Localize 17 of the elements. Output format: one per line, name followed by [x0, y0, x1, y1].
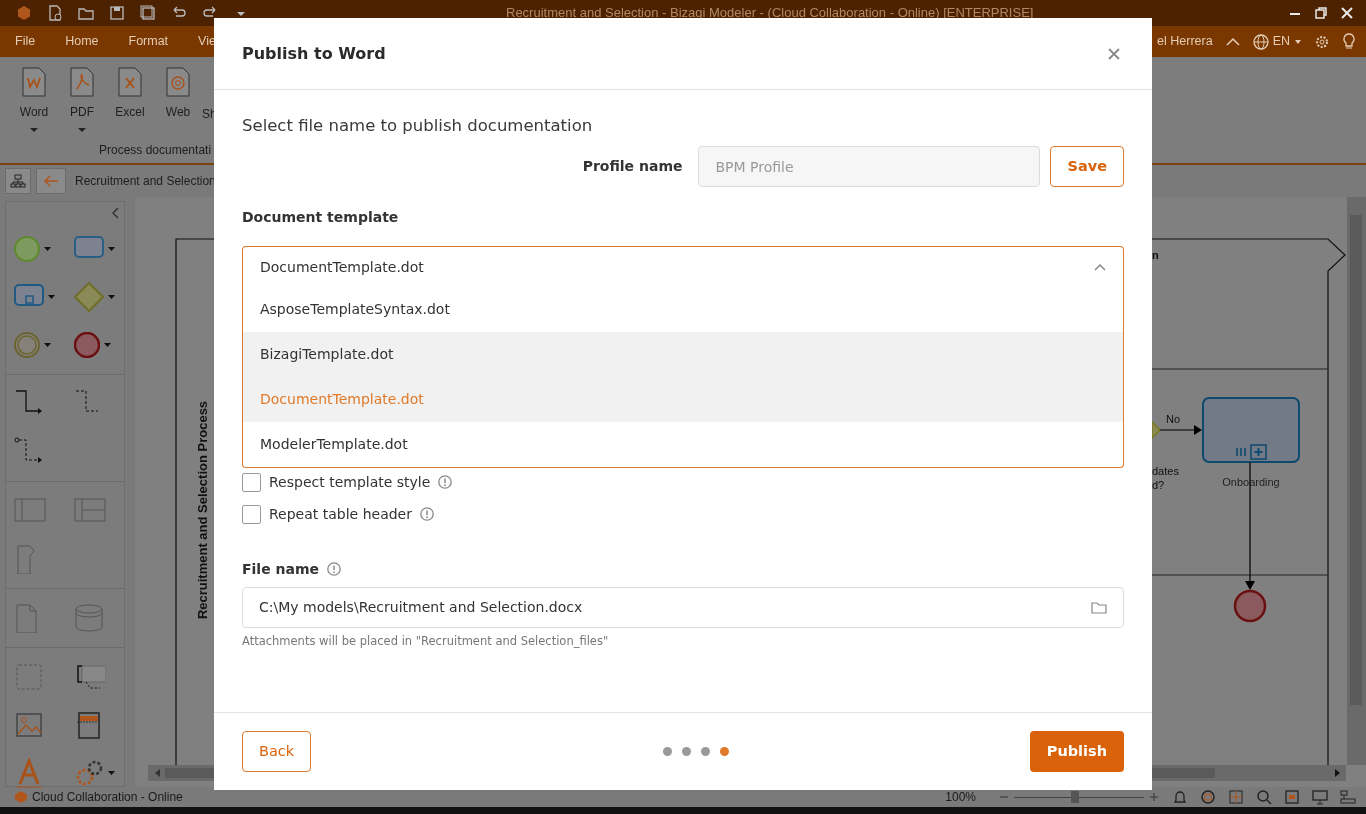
gateway-label: d? [1152, 479, 1165, 491]
gateway-label: dates [1152, 465, 1179, 477]
dialog-title: Publish to Word [242, 43, 386, 64]
section-label: File name [242, 560, 320, 579]
group-label: Process documentati [99, 142, 213, 159]
checkbox-label: Repeat table header [269, 504, 412, 524]
checkbox-label: Respect template style [269, 472, 431, 492]
dialog-heading: Select file name to publish documentation [242, 115, 594, 137]
status-text: Cloud Collaboration - Online [32, 789, 183, 806]
flow-label: No [1166, 413, 1181, 425]
pool-label: Recruitment and Selection Process [195, 400, 210, 620]
zoom-level: 100% [945, 789, 976, 806]
window-title: Recruitment and Selection - Bizagi Modeler - (Cloud Collaboration - Online) [ENTERPRISE] [506, 4, 1034, 23]
field-label: Profile name [582, 157, 683, 176]
lane-label: n [1152, 249, 1159, 261]
section-label: Document template [242, 208, 399, 227]
hint-text: Attachments will be placed in "Recruitment and Selection_files" [242, 633, 610, 650]
